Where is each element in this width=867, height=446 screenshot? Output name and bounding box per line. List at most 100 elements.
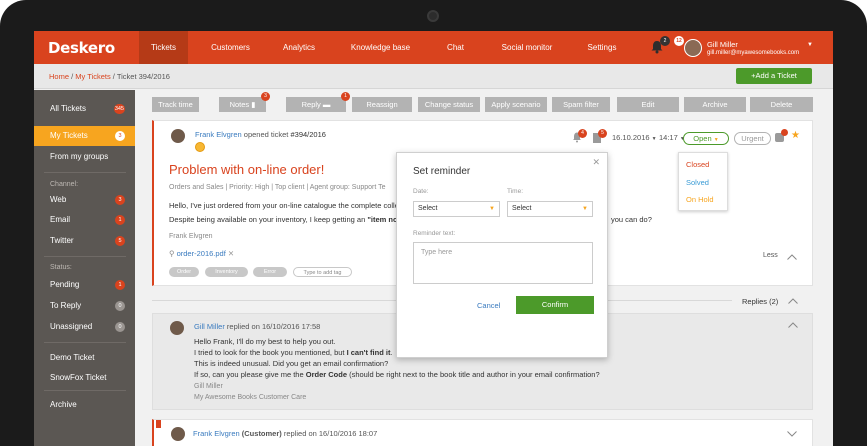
breadcrumb: Home / My Tickets / Ticket 394/2016 — [49, 72, 170, 81]
count-badge: 1 — [115, 215, 125, 225]
tag-error[interactable]: Error — [253, 267, 287, 277]
archive-button[interactable]: Archive — [684, 97, 746, 112]
reply-count-badge: 1 — [341, 92, 350, 101]
status-option-closed[interactable]: Closed — [686, 160, 709, 169]
avatar — [171, 129, 185, 143]
priority-pill[interactable]: Urgent — [734, 132, 771, 145]
modal-title: Set reminder — [413, 166, 471, 177]
reply-line: I tried to look for the book you mention… — [194, 348, 393, 357]
nav-customers[interactable]: Customers — [200, 31, 261, 64]
reply-line: Hello Frank, I'll do my best to help you… — [194, 337, 336, 346]
reassign-button[interactable]: Reassign — [352, 97, 412, 112]
time-select[interactable]: Select ▼ — [507, 201, 593, 217]
nav-chat[interactable]: Chat — [433, 31, 478, 64]
camera-icon — [427, 10, 439, 22]
status-option-on-hold[interactable]: On Hold — [686, 195, 714, 204]
cancel-button[interactable]: Cancel — [477, 301, 500, 310]
sidebar-item-from-my-groups[interactable]: From my groups — [34, 147, 135, 167]
confirm-button[interactable]: Confirm — [516, 296, 594, 314]
ticket-title: Problem with on-line order! — [169, 162, 325, 177]
avatar — [170, 321, 184, 335]
track-time-button[interactable]: Track time — [152, 97, 199, 112]
attachment[interactable]: ⚲ order-2016.pdf ✕ — [169, 249, 234, 258]
nav-analytics[interactable]: Analytics — [270, 31, 328, 64]
close-icon[interactable]: ✕ — [228, 249, 234, 258]
sidebar-item-snowfox-ticket[interactable]: SnowFox Ticket — [34, 368, 135, 388]
tag-order[interactable]: Order — [169, 267, 199, 277]
spam-filter-button[interactable]: Spam filter — [552, 97, 610, 112]
breadcrumb-home[interactable]: Home — [49, 72, 69, 81]
chevron-up-icon[interactable] — [787, 254, 797, 260]
status-option-solved[interactable]: Solved — [686, 178, 709, 187]
ticket-date[interactable]: 16.10.2016 ▼ — [612, 133, 657, 142]
app-screen: Deskero Tickets Customers Analytics Know… — [34, 31, 833, 446]
opener-name[interactable]: Frank Elvgren — [195, 130, 242, 139]
sidebar: All Tickets 345 My Tickets 3 From my group… — [34, 90, 135, 446]
ticket-meta: Orders and Sales | Priority: High | Top … — [169, 184, 386, 191]
user-avatar[interactable] — [684, 39, 702, 57]
lifebuoy-icon — [195, 142, 205, 152]
sidebar-item-email[interactable]: Email 1 — [34, 210, 135, 230]
chevron-up-icon[interactable] — [788, 298, 798, 304]
count-badge: 0 — [115, 322, 125, 332]
nav-knowledge-base[interactable]: Knowledge base — [343, 31, 418, 64]
delete-button[interactable]: Delete — [750, 97, 813, 112]
status-dropdown[interactable]: Open ▼ — [683, 132, 729, 145]
user-name[interactable]: Gill Miller — [707, 40, 738, 49]
count-badge: 3 — [115, 131, 125, 141]
status-heading: Status: — [50, 264, 72, 271]
reply-author[interactable]: Frank Elvgren — [193, 429, 240, 438]
tag-inventory[interactable]: Inventory — [205, 267, 248, 277]
status-menu: Closed Solved On Hold — [678, 152, 728, 211]
change-status-button[interactable]: Change status — [418, 97, 480, 112]
nav-social-monitor[interactable]: Social monitor — [492, 31, 562, 64]
sidebar-item-my-tickets[interactable]: My Tickets 3 — [34, 126, 135, 146]
ticket-number: #394/2016 — [290, 130, 326, 139]
chevron-down-icon: ▼ — [489, 206, 495, 212]
sidebar-item-demo-ticket[interactable]: Demo Ticket — [34, 348, 135, 368]
reminder-text-label: Reminder text: — [413, 230, 456, 237]
top-nav: Deskero Tickets Customers Analytics Know… — [34, 31, 833, 64]
breadcrumb-bar: Home / My Tickets / Ticket 394/2016 +Add… — [34, 64, 833, 89]
close-icon[interactable]: ✕ — [592, 157, 600, 168]
add-ticket-button[interactable]: +Add a Ticket — [736, 68, 812, 84]
breadcrumb-my-tickets[interactable]: My Tickets — [75, 72, 110, 81]
ticket-body-line1: Hello, I've just ordered from your on-li… — [169, 201, 399, 210]
divider — [44, 172, 126, 173]
star-icon[interactable]: ★ — [791, 130, 800, 141]
apply-scenario-button[interactable]: Apply scenario — [485, 97, 547, 112]
speech-bubble-icon: ▬ — [322, 100, 331, 109]
reply-header: Frank Elvgren (Customer) replied on 16/1… — [193, 429, 378, 438]
paperclip-icon: ⚲ — [169, 249, 175, 258]
sidebar-item-to-reply[interactable]: To Reply 0 — [34, 296, 135, 316]
edit-button[interactable]: Edit — [617, 97, 679, 112]
less-toggle[interactable]: Less — [763, 252, 778, 259]
reply-header: Gill Miller replied on 16/10/2016 17:58 — [194, 322, 321, 331]
ticket-body-line2: Despite being available on your inventor… — [169, 215, 401, 224]
reply-author[interactable]: Gill Miller — [194, 322, 225, 331]
chevron-down-icon: ▼ — [713, 137, 719, 143]
sidebar-item-all-tickets[interactable]: All Tickets 345 — [34, 99, 135, 119]
sidebar-item-twitter[interactable]: Twitter 5 — [34, 231, 135, 251]
date-select[interactable]: Select ▼ — [413, 201, 500, 217]
sidebar-item-pending[interactable]: Pending 1 — [34, 275, 135, 295]
chevron-up-icon[interactable] — [788, 322, 798, 328]
sidebar-item-unassigned[interactable]: Unassigned 0 — [34, 317, 135, 337]
reply-signature: Gill Miller — [194, 383, 223, 390]
chevron-down-icon[interactable] — [787, 431, 797, 437]
count-badge: 345 — [113, 104, 125, 114]
deskero-logo[interactable]: Deskero — [48, 39, 115, 57]
add-tag-input[interactable]: Type to add tag — [293, 267, 352, 277]
sidebar-item-archive[interactable]: Archive — [34, 395, 135, 415]
sidebar-item-web[interactable]: Web 3 — [34, 190, 135, 210]
replies-count[interactable]: Replies (2) — [742, 297, 778, 306]
ticket-time[interactable]: 14:17 ▼ — [659, 133, 685, 142]
notes-count-badge: 5 — [598, 129, 607, 138]
reminder-text-input[interactable]: Type here — [413, 242, 593, 284]
nav-settings[interactable]: Settings — [576, 31, 628, 64]
reply-button[interactable]: Reply ▬ 1 — [286, 92, 350, 112]
chevron-down-icon[interactable]: ▼ — [807, 42, 813, 48]
notes-button[interactable]: Notes ▮ 3 — [219, 92, 270, 112]
divider — [44, 256, 126, 257]
nav-tickets[interactable]: Tickets — [139, 31, 188, 64]
